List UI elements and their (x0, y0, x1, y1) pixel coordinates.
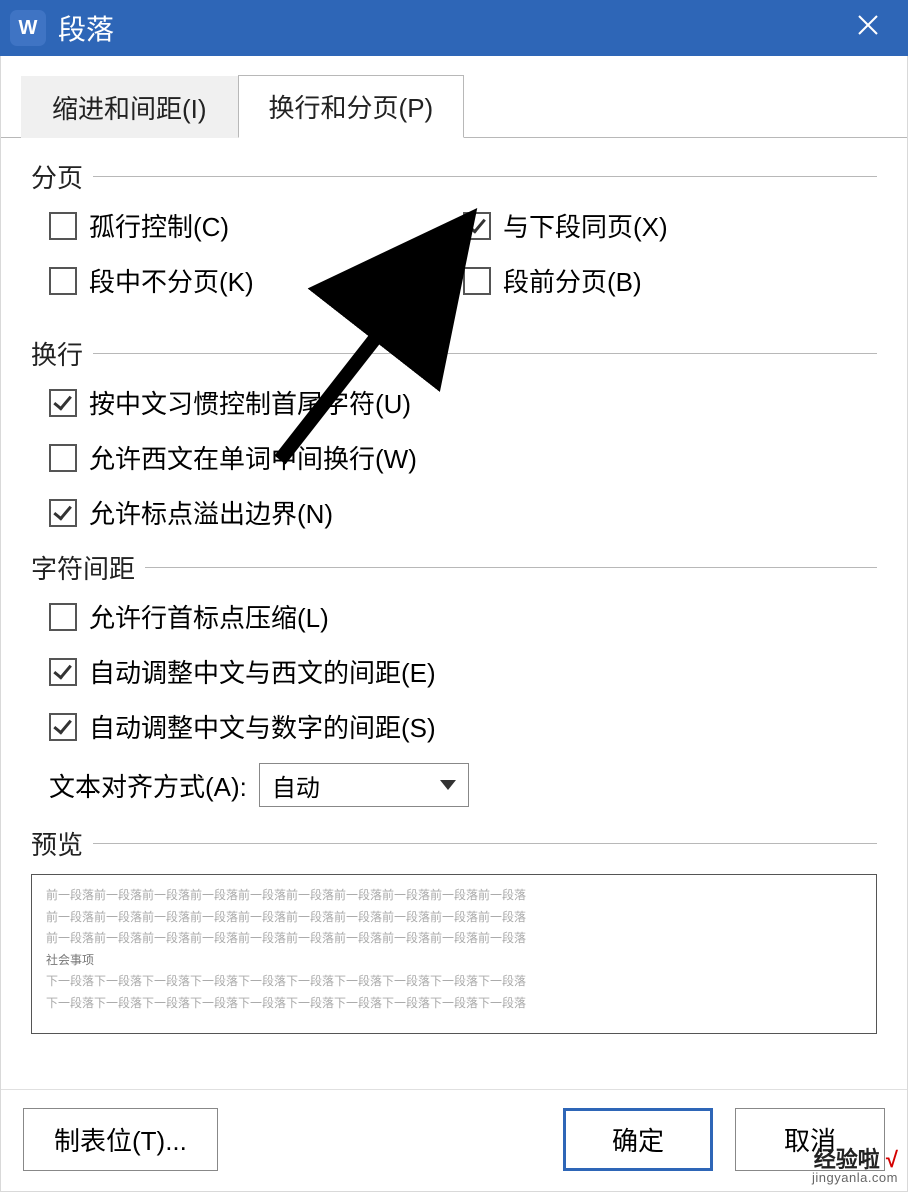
select-text-alignment[interactable]: 自动 (259, 763, 469, 807)
label-hanging-punctuation: 允许标点溢出边界(N) (89, 494, 333, 531)
section-line-wrap: 换行 按中文习惯控制首尾字符(U) 允许西文在单词中间换行(W) 允许标点溢出边… (31, 335, 877, 531)
titlebar: W 段落 (0, 0, 908, 56)
section-pagination-title: 分页 (31, 158, 83, 195)
tab-content: 分页 孤行控制(C) 段中不分页(K) (1, 138, 907, 1089)
preview-line: 前一段落前一段落前一段落前一段落前一段落前一段落前一段落前一段落前一段落前一段落 (46, 907, 862, 929)
watermark-text: 经验啦 (814, 1147, 880, 1172)
label-keep-with-next: 与下段同页(X) (503, 207, 668, 244)
section-spacing-title: 字符间距 (31, 549, 135, 586)
dialog-body: 缩进和间距(I) 换行和分页(P) 分页 孤行控制(C) 段中不分页(K) (0, 56, 908, 1192)
divider (93, 843, 877, 844)
tab-line-page-breaks[interactable]: 换行和分页(P) (238, 75, 465, 138)
checkbox-compress-punctuation[interactable] (49, 603, 77, 631)
divider (145, 567, 877, 568)
checkbox-page-break-before[interactable] (463, 267, 491, 295)
label-cjk-line-break: 按中文习惯控制首尾字符(U) (89, 384, 411, 421)
divider (93, 176, 877, 177)
tab-strip: 缩进和间距(I) 换行和分页(P) (1, 56, 907, 138)
section-preview: 预览 前一段落前一段落前一段落前一段落前一段落前一段落前一段落前一段落前一段落前… (31, 825, 877, 1034)
app-icon: W (10, 10, 46, 46)
watermark-check-icon: √ (886, 1147, 898, 1172)
checkbox-widow-control[interactable] (49, 212, 77, 240)
divider (93, 353, 877, 354)
label-keep-lines-together: 段中不分页(K) (89, 262, 254, 299)
label-compress-punctuation: 允许行首标点压缩(L) (89, 598, 329, 635)
watermark: 经验啦 √ jingyanla.com (812, 1149, 898, 1184)
preview-line: 下一段落下一段落下一段落下一段落下一段落下一段落下一段落下一段落下一段落下一段落 (46, 971, 862, 993)
select-text-alignment-value: 自动 (272, 768, 320, 803)
watermark-url: jingyanla.com (812, 1171, 898, 1184)
section-pagination: 分页 孤行控制(C) 段中不分页(K) (31, 158, 877, 317)
preview-highlight: 社会事项 (46, 950, 862, 972)
ok-button[interactable]: 确定 (563, 1108, 713, 1171)
dialog-title: 段落 (58, 8, 838, 48)
preview-line: 下一段落下一段落下一段落下一段落下一段落下一段落下一段落下一段落下一段落下一段落 (46, 993, 862, 1015)
preview-box: 前一段落前一段落前一段落前一段落前一段落前一段落前一段落前一段落前一段落前一段落… (31, 874, 877, 1034)
checkbox-cjk-line-break[interactable] (49, 389, 77, 417)
checkbox-keep-lines-together[interactable] (49, 267, 77, 295)
close-icon (856, 13, 880, 37)
tabs-button[interactable]: 制表位(T)... (23, 1108, 218, 1171)
section-preview-title: 预览 (31, 825, 83, 862)
label-text-alignment: 文本对齐方式(A): (49, 767, 247, 804)
preview-line: 前一段落前一段落前一段落前一段落前一段落前一段落前一段落前一段落前一段落前一段落 (46, 928, 862, 950)
label-page-break-before: 段前分页(B) (503, 262, 642, 299)
label-latin-word-wrap: 允许西文在单词中间换行(W) (89, 439, 417, 476)
dialog-footer: 制表位(T)... 确定 取消 (1, 1089, 907, 1191)
label-adjust-cjk-latin: 自动调整中文与西文的间距(E) (89, 653, 436, 690)
checkbox-hanging-punctuation[interactable] (49, 499, 77, 527)
tab-indent-spacing[interactable]: 缩进和间距(I) (21, 76, 238, 138)
checkbox-latin-word-wrap[interactable] (49, 444, 77, 472)
close-button[interactable] (838, 11, 898, 45)
app-icon-letter: W (19, 17, 38, 40)
checkbox-adjust-cjk-number[interactable] (49, 713, 77, 741)
preview-line: 前一段落前一段落前一段落前一段落前一段落前一段落前一段落前一段落前一段落前一段落 (46, 885, 862, 907)
chevron-down-icon (440, 780, 456, 790)
section-wrap-title: 换行 (31, 335, 83, 372)
section-char-spacing: 字符间距 允许行首标点压缩(L) 自动调整中文与西文的间距(E) 自动调整中文与… (31, 549, 877, 807)
label-adjust-cjk-number: 自动调整中文与数字的间距(S) (89, 708, 436, 745)
label-widow-control: 孤行控制(C) (89, 207, 229, 244)
checkbox-adjust-cjk-latin[interactable] (49, 658, 77, 686)
checkbox-keep-with-next[interactable] (463, 212, 491, 240)
